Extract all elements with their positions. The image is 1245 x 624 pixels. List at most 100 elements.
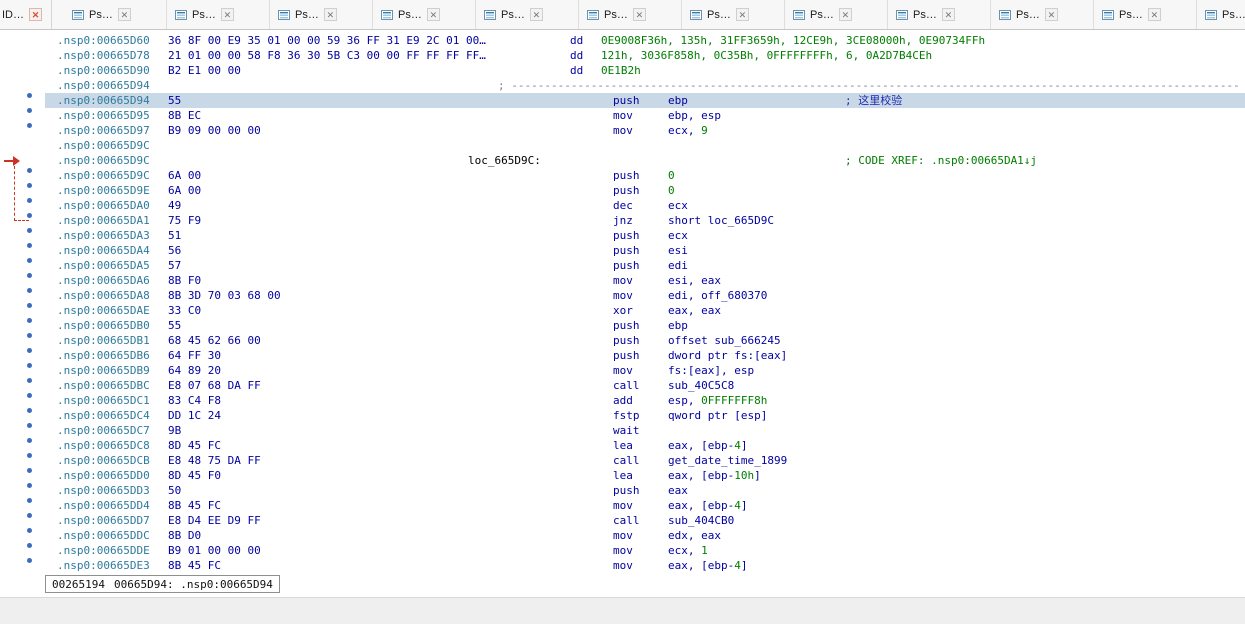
mnemonic: mov xyxy=(613,544,633,557)
operands: eax xyxy=(668,483,688,498)
tab-ida-view[interactable]: ID… ✕ xyxy=(0,0,52,29)
close-icon[interactable]: ✕ xyxy=(220,8,234,21)
bottom-panel xyxy=(0,597,1245,624)
operand-text: 4 xyxy=(734,499,741,512)
tab-pseudocode[interactable]: Ps… ✕ xyxy=(991,0,1094,29)
operand-text: ecx, xyxy=(668,124,702,137)
disasm-row[interactable]: .nsp0:00665D94 55 push ebp ; 这里校验 xyxy=(0,93,1245,108)
address-dot xyxy=(27,348,32,353)
disasm-row[interactable]: .nsp0:00665DB0 55 push ebp xyxy=(0,318,1245,333)
disasm-row[interactable]: .nsp0:00665DA0 49 dec ecx xyxy=(0,198,1245,213)
bytes: 33 C0 xyxy=(168,304,202,317)
disasm-row[interactable]: .nsp0:00665DA6 8B F0 mov esi, eax xyxy=(0,273,1245,288)
close-icon[interactable]: ✕ xyxy=(529,8,543,21)
mnemonic: push xyxy=(613,184,640,197)
operands: short loc_665D9C xyxy=(668,213,774,228)
disasm-row[interactable]: .nsp0:00665D60 36 8F 00 E9 35 01 00 00 59… xyxy=(0,33,1245,48)
close-icon[interactable]: ✕ xyxy=(1147,8,1161,21)
operands: offset sub_666245 xyxy=(668,333,781,348)
disasm-row[interactable]: .nsp0:00665DC4 DD 1C 24 fstp qword ptr [esp… xyxy=(0,408,1245,423)
current-location: 00665D94: .nsp0:00665D94 xyxy=(113,578,273,591)
tab-pseudocode[interactable]: Ps… ✕ xyxy=(1197,0,1245,29)
mnemonic: mov xyxy=(613,364,633,377)
address-dot xyxy=(27,198,32,203)
disasm-row[interactable]: .nsp0:00665DD7 E8 D4 EE D9 FF call sub_404C… xyxy=(0,513,1245,528)
operand-text: 0 xyxy=(668,184,675,197)
disasm-row[interactable]: .nsp0:00665D94 ; ------------------------… xyxy=(0,78,1245,93)
operand-text: ] xyxy=(740,559,748,572)
mnemonic: lea xyxy=(613,439,633,452)
disasm-row[interactable]: .nsp0:00665D95 8B EC mov ebp, esp xyxy=(0,108,1245,123)
address: .nsp0:00665DA8 xyxy=(57,289,150,302)
disasm-row[interactable]: .nsp0:00665DC1 83 C4 F8 add esp, 0FFFFFFF8h xyxy=(0,393,1245,408)
close-icon[interactable]: ✕ xyxy=(1044,8,1058,21)
tab-pseudocode[interactable]: Ps… ✕ xyxy=(373,0,476,29)
disasm-row[interactable]: .nsp0:00665DDC 8B D0 mov edx, eax xyxy=(0,528,1245,543)
mnemonic: push xyxy=(613,259,640,272)
listing-icon xyxy=(484,9,496,21)
disasm-row[interactable]: .nsp0:00665DB6 64 FF 30 push dword ptr fs:[… xyxy=(0,348,1245,363)
disasm-row[interactable]: .nsp0:00665D78 21 01 00 00 58 F8 36 30 5B… xyxy=(0,48,1245,63)
disasm-row[interactable]: .nsp0:00665DC7 9B wait xyxy=(0,423,1245,438)
disasm-row[interactable]: .nsp0:00665DA8 8B 3D 70 03 68 00 mov edi, o… xyxy=(0,288,1245,303)
disasm-row[interactable]: .nsp0:00665DA1 75 F9 jnz short loc_665D9C xyxy=(0,213,1245,228)
close-icon[interactable]: ✕ xyxy=(632,8,646,21)
mnemonic: push xyxy=(613,334,640,347)
mnemonic: call xyxy=(613,454,640,467)
address-dot xyxy=(27,168,32,173)
close-icon[interactable]: ✕ xyxy=(735,8,749,21)
disasm-row[interactable]: .nsp0:00665DB1 68 45 62 66 00 push offset s… xyxy=(0,333,1245,348)
mnemonic: mov xyxy=(613,559,633,572)
tab-pseudocode[interactable]: Ps… ✕ xyxy=(64,0,167,29)
operand-text: ] xyxy=(754,469,761,482)
disasm-row[interactable]: .nsp0:00665DD0 8D 45 F0 lea eax, [ebp-10h] xyxy=(0,468,1245,483)
address: .nsp0:00665DC1 xyxy=(57,394,150,407)
disasm-row[interactable]: .nsp0:00665D9C xyxy=(0,138,1245,153)
close-icon[interactable]: ✕ xyxy=(941,8,955,21)
tab-pseudocode[interactable]: Ps… ✕ xyxy=(1094,0,1197,29)
close-icon[interactable]: ✕ xyxy=(323,8,337,21)
disasm-row[interactable]: .nsp0:00665DE3 8B 45 FC mov eax, [ebp-4] xyxy=(0,558,1245,573)
disasm-row[interactable]: .nsp0:00665DCB E8 48 75 DA FF call get_date… xyxy=(0,453,1245,468)
close-icon[interactable]: ✕ xyxy=(426,8,440,21)
disasm-row[interactable]: .nsp0:00665DD3 50 push eax xyxy=(0,483,1245,498)
close-icon[interactable]: ✕ xyxy=(117,8,131,21)
disasm-row[interactable]: .nsp0:00665DA5 57 push edi xyxy=(0,258,1245,273)
address: .nsp0:00665D9E xyxy=(57,184,150,197)
disasm-row[interactable]: .nsp0:00665DAE 33 C0 xor eax, eax xyxy=(0,303,1245,318)
disasm-row[interactable]: .nsp0:00665DBC E8 07 68 DA FF call sub_40C5… xyxy=(0,378,1245,393)
disasm-row[interactable]: .nsp0:00665DA3 51 push ecx xyxy=(0,228,1245,243)
operands: eax, [ebp-4] xyxy=(668,498,747,513)
mnemonic: mov xyxy=(613,124,633,137)
operands: eax, eax xyxy=(668,303,721,318)
tab-pseudocode[interactable]: Ps… ✕ xyxy=(682,0,785,29)
mnemonic: dd xyxy=(570,34,584,47)
operand-text: sub_40C5C8 xyxy=(668,379,735,392)
disasm-row[interactable]: .nsp0:00665DB9 64 89 20 mov fs:[eax], esp xyxy=(0,363,1245,378)
tab-label: Ps… xyxy=(192,8,216,21)
operand-text: eax, eax xyxy=(668,304,721,317)
tab-pseudocode[interactable]: Ps… ✕ xyxy=(785,0,888,29)
disasm-row[interactable]: .nsp0:00665DD4 8B 45 FC mov eax, [ebp-4] xyxy=(0,498,1245,513)
disasm-row[interactable]: .nsp0:00665DA4 56 push esi xyxy=(0,243,1245,258)
tab-pseudocode[interactable]: Ps… ✕ xyxy=(888,0,991,29)
tab-pseudocode[interactable]: Ps… ✕ xyxy=(167,0,270,29)
address: .nsp0:00665D78 xyxy=(57,49,150,62)
operand-text: ebp xyxy=(668,94,688,107)
close-icon[interactable]: ✕ xyxy=(838,8,852,21)
tab-pseudocode[interactable]: Ps… ✕ xyxy=(579,0,682,29)
close-icon[interactable]: ✕ xyxy=(29,8,42,21)
disasm-row[interactable]: .nsp0:00665D9C loc_665D9C: ; CODE XREF: .n… xyxy=(0,153,1245,168)
bytes: 36 8F 00 E9 35 01 00 00 59 36 FF 31 E9 2… xyxy=(168,34,486,47)
disasm-row[interactable]: .nsp0:00665D97 B9 09 00 00 00 mov ecx, 9 xyxy=(0,123,1245,138)
address-dot xyxy=(27,558,32,563)
tab-pseudocode[interactable]: Ps… ✕ xyxy=(476,0,579,29)
disasm-row[interactable]: .nsp0:00665D9C 6A 00 push 0 xyxy=(0,168,1245,183)
operand-text: eax, [ebp- xyxy=(668,499,735,512)
tab-pseudocode[interactable]: Ps… ✕ xyxy=(270,0,373,29)
disasm-row[interactable]: .nsp0:00665DDE B9 01 00 00 00 mov ecx, 1 xyxy=(0,543,1245,558)
disasm-row[interactable]: .nsp0:00665D9E 6A 00 push 0 xyxy=(0,183,1245,198)
disassembly-view[interactable]: .nsp0:00665D60 36 8F 00 E9 35 01 00 00 59… xyxy=(0,30,1245,573)
disasm-row[interactable]: .nsp0:00665D90 B2 E1 00 00 dd 0E1B2h xyxy=(0,63,1245,78)
disasm-row[interactable]: .nsp0:00665DC8 8D 45 FC lea eax, [ebp-4] xyxy=(0,438,1245,453)
